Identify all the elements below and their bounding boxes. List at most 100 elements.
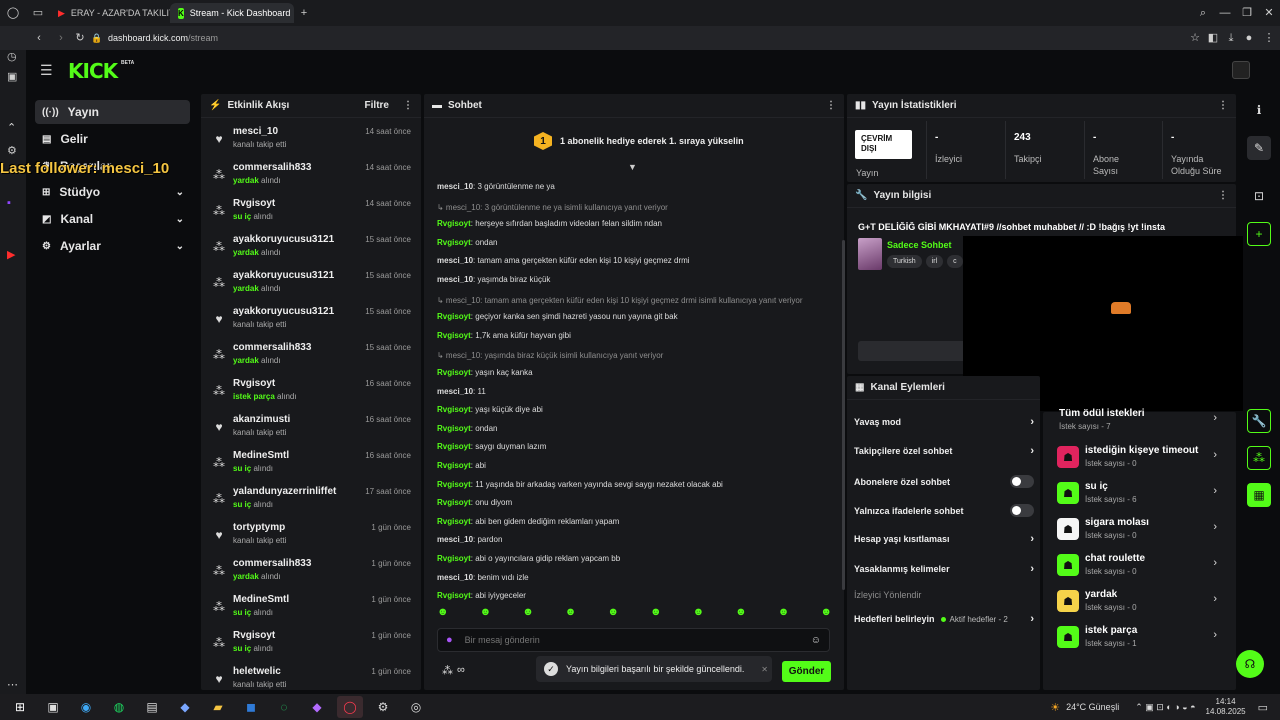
activity-item[interactable]: ⁂ commersalih833 yardak alındı 15 saat önce [201,340,421,376]
kick-sidebar-icon[interactable]: ⌃ [7,123,16,134]
points-display[interactable]: ⁂ ∞ [442,664,465,677]
folder-icon[interactable]: ▰ [205,696,231,718]
filter-button[interactable]: Filtre [365,100,389,111]
emote-icon[interactable]: ☻ [650,606,662,620]
chat-username[interactable]: Rvgisoyt [437,368,471,377]
chat-message[interactable]: Rvgisoyt: abi ben gidem dediğim reklamla… [437,517,619,526]
activity-item[interactable]: ⁂ commersalih833 yardak alındı 14 saat önce [201,160,421,196]
chat-username[interactable]: Rvgisoyt [437,424,471,433]
nav-item-yayin[interactable]: ((·)) Yayın [35,100,190,124]
chat-username[interactable]: Rvgisoyt [437,554,471,563]
all-rewards-row[interactable]: Tüm ödül istekleri İstek sayısı - 7 › [1057,406,1217,436]
chat-username[interactable]: mesci_10 [437,573,473,582]
tag-pill[interactable]: Turkish [887,255,922,268]
nav-item-ayarlar[interactable]: ⚙ Ayarlar ⌄ [35,234,190,258]
obs-icon[interactable]: ◎ [403,696,429,718]
chat-message[interactable]: Rvgisoyt: ondan [437,238,498,247]
tools-icon[interactable]: 🔧 [1247,409,1271,433]
store-icon[interactable]: ▤ [139,696,165,718]
clock[interactable]: 14:14 14.08.2025 [1206,697,1246,717]
tab-overview-icon[interactable]: ▭ [26,7,50,19]
forward-icon[interactable]: › [52,32,70,44]
more-options-icon[interactable]: ⋮ [826,100,836,111]
more-options-icon[interactable]: ⋮ [1218,100,1228,111]
close-icon[interactable]: ✕ [761,665,768,674]
clapper-icon[interactable]: ▦ [1247,483,1271,507]
screenshot-icon[interactable]: ▣ [7,72,17,83]
emote-icon[interactable]: ☻ [778,606,790,620]
chat-input-box[interactable]: ● ☺ [437,628,830,652]
emote-icon[interactable]: ☻ [693,606,705,620]
url-field[interactable]: dashboard.kick.com/stream [108,33,218,43]
chat-message[interactable]: Rvgisoyt: abi [437,461,486,470]
chat-username[interactable]: Rvgisoyt [437,219,471,228]
chat-message[interactable]: Rvgisoyt: saygı duyman lazım [437,442,546,451]
emote-icon[interactable]: ☻ [437,606,449,620]
app-icon[interactable]: ◆ [172,696,198,718]
settings-icon[interactable]: ⚙ [7,146,17,157]
pencil-icon[interactable]: ✎ [1247,136,1271,160]
extensions-icon[interactable]: ◧ [1204,32,1222,44]
app2-icon[interactable]: ◆ [304,696,330,718]
more-options-icon[interactable]: ⋮ [403,100,413,111]
chat-message[interactable]: mesci_10: tamam ama gerçekten küfür eden… [437,256,690,265]
settings-icon[interactable]: ⚙ [370,696,396,718]
reward-item[interactable]: ☗ sigara molası İstek sayısı - 0 › [1057,515,1217,545]
back-icon[interactable]: ‹ [26,32,52,44]
activity-item[interactable]: ⁂ commersalih833 yardak alındı 1 gün önce [201,556,421,592]
activity-item[interactable]: ♥ tortyptymp kanalı takip etti 1 gün önce [201,520,421,556]
pinned-toggle-icon[interactable]: ▼ [628,162,637,172]
tag-pill[interactable]: c [947,255,963,268]
chat-username[interactable]: Rvgisoyt [437,312,471,321]
chat-message[interactable]: mesci_10: pardon [437,535,502,544]
reward-item[interactable]: ☗ istediğin kişeye timeout İstek sayısı - … [1057,443,1217,473]
whatsapp-icon[interactable]: ◌ [271,696,297,718]
chat-username[interactable]: mesci_10 [437,275,473,284]
twitch-icon[interactable]: ▪ [7,198,11,209]
chat-message[interactable]: Rvgisoyt: onu diyom [437,498,512,507]
tag-pill[interactable]: irl [925,255,944,268]
chat-username[interactable]: mesci_10 [437,387,473,396]
activity-item[interactable]: ⁂ Rvgisoyt su iç alındı 14 saat önce [201,196,421,232]
edit-stream-info-button[interactable] [858,341,966,361]
youtube-sidebar-icon[interactable]: ▶ [7,250,15,261]
chat-username[interactable]: Rvgisoyt [437,331,471,340]
weather-text[interactable]: 24°C Güneşli [1066,702,1119,712]
goals-action[interactable]: Hedefleri belirleyin Aktif hedefler - 2 … [854,613,1034,625]
chat-message[interactable]: mesci_10: 3 görüntülenme ne ya [437,182,555,191]
chat-message[interactable]: Rvgisoyt: yaşı küçük diye abi [437,405,543,414]
emote-icon[interactable]: ☻ [480,606,492,620]
browser-tab[interactable]: ▶ ERAY - AZAR'DA TAKILIYO [50,3,170,23]
activity-item[interactable]: ⁂ ayakkoruyucusu3121 yardak alındı 15 saat … [201,268,421,304]
chat-username[interactable]: Rvgisoyt [437,498,471,507]
emote-icon[interactable]: ☻ [607,606,619,620]
chat-input[interactable] [464,635,785,645]
chat-username[interactable]: Rvgisoyt [437,480,471,489]
reward-item[interactable]: ☗ istek parça İstek sayısı - 1 › [1057,623,1217,653]
browser-menu-icon[interactable]: ◯ [0,7,26,19]
chat-message[interactable]: Rvgisoyt: yaşın kaç kanka [437,368,533,377]
emote-icon[interactable]: ☻ [522,606,534,620]
minimize-icon[interactable]: — [1214,7,1236,19]
activity-item[interactable]: ⁂ yalandunyazerrinliffet su iç alındı 17 sa… [201,484,421,520]
chat-message[interactable]: mesci_10: yaşımda biraz küçük [437,275,550,284]
windows-start-icon[interactable]: ⊞ [7,696,33,718]
opera-icon[interactable]: ◯ [337,696,363,718]
chat-username[interactable]: Rvgisoyt [437,238,471,247]
activity-item[interactable]: ⁂ ayakkoruyucusu3121 yardak alındı 15 saat … [201,232,421,268]
activity-item[interactable]: ⁂ Rvgisoyt su iç alındı 1 gün önce [201,628,421,664]
browser-tab-active[interactable]: K Stream - Kick Dashboard ✕ [170,3,294,23]
support-chat-icon[interactable]: ☊ [1236,650,1264,678]
chat-message[interactable]: Rvgisoyt: abi o yayıncılara gidip reklam… [437,554,620,563]
browser-settings-icon[interactable]: ⋮ [1258,32,1280,44]
spotify-icon[interactable]: ◍ [106,696,132,718]
profile-icon[interactable]: ● [1240,32,1258,44]
chat-message[interactable]: Rvgisoyt: abi iyiygeceler [437,591,526,600]
more-options-icon[interactable]: ⋮ [1218,190,1228,201]
activity-item[interactable]: ⁂ Rvgisoyt istek parça alındı 16 saat önce [201,376,421,412]
history-icon[interactable]: ◷ [7,52,17,63]
sub-leaderboard-banner[interactable]: 1 1 abonelik hediye ederek 1. sıraya yük… [534,131,754,151]
info-icon[interactable]: ℹ [1247,98,1271,122]
capture-icon[interactable]: ⊡ [1247,184,1271,208]
activity-item[interactable]: ⁂ MedineSmtl su iç alındı 16 saat önce [201,448,421,484]
